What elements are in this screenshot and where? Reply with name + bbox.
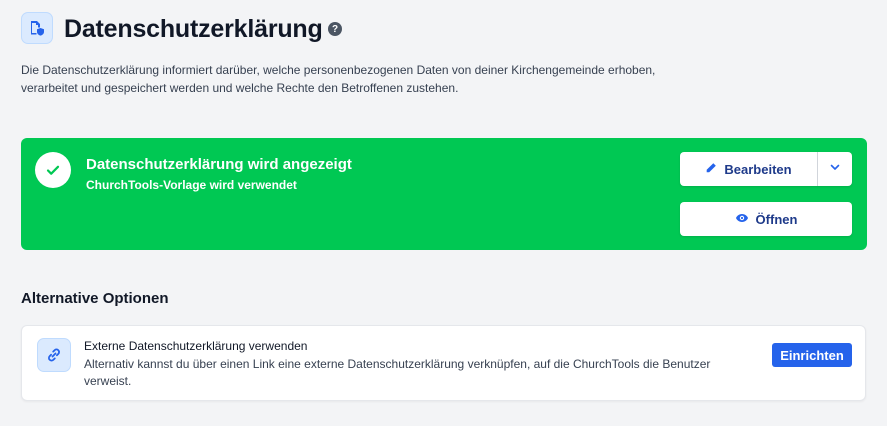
page-title: Datenschutzerklärung xyxy=(64,15,323,43)
edit-button[interactable]: Bearbeiten xyxy=(680,152,818,186)
option-title: Externe Datenschutzerklärung verwenden xyxy=(84,339,308,353)
setup-button[interactable]: Einrichten xyxy=(772,343,852,367)
eye-icon xyxy=(735,212,749,227)
edit-button-label: Bearbeiten xyxy=(724,161,792,177)
help-icon[interactable]: ? xyxy=(328,22,342,36)
option-card-external-privacy: Externe Datenschutzerklärung verwenden A… xyxy=(21,325,866,401)
section-title-alternatives: Alternative Optionen xyxy=(21,290,169,307)
status-card: Datenschutzerklärung wird angezeigt Chur… xyxy=(21,138,867,250)
status-subtitle: ChurchTools-Vorlage wird verwendet xyxy=(86,178,297,192)
edit-dropdown-toggle[interactable] xyxy=(818,152,852,186)
open-button-label: Öffnen xyxy=(755,211,798,227)
open-button[interactable]: Öffnen xyxy=(680,202,852,236)
page-description: Die Datenschutzerklärung informiert darü… xyxy=(21,63,656,95)
privacy-document-icon xyxy=(21,12,53,44)
check-icon xyxy=(35,152,71,188)
chevron-down-icon xyxy=(829,160,841,178)
option-description: Alternativ kannst du über einen Link ein… xyxy=(84,357,711,388)
status-title: Datenschutzerklärung wird angezeigt xyxy=(86,156,352,173)
link-icon xyxy=(37,338,71,372)
edit-button-group: Bearbeiten xyxy=(680,152,852,186)
pencil-icon xyxy=(705,162,717,177)
